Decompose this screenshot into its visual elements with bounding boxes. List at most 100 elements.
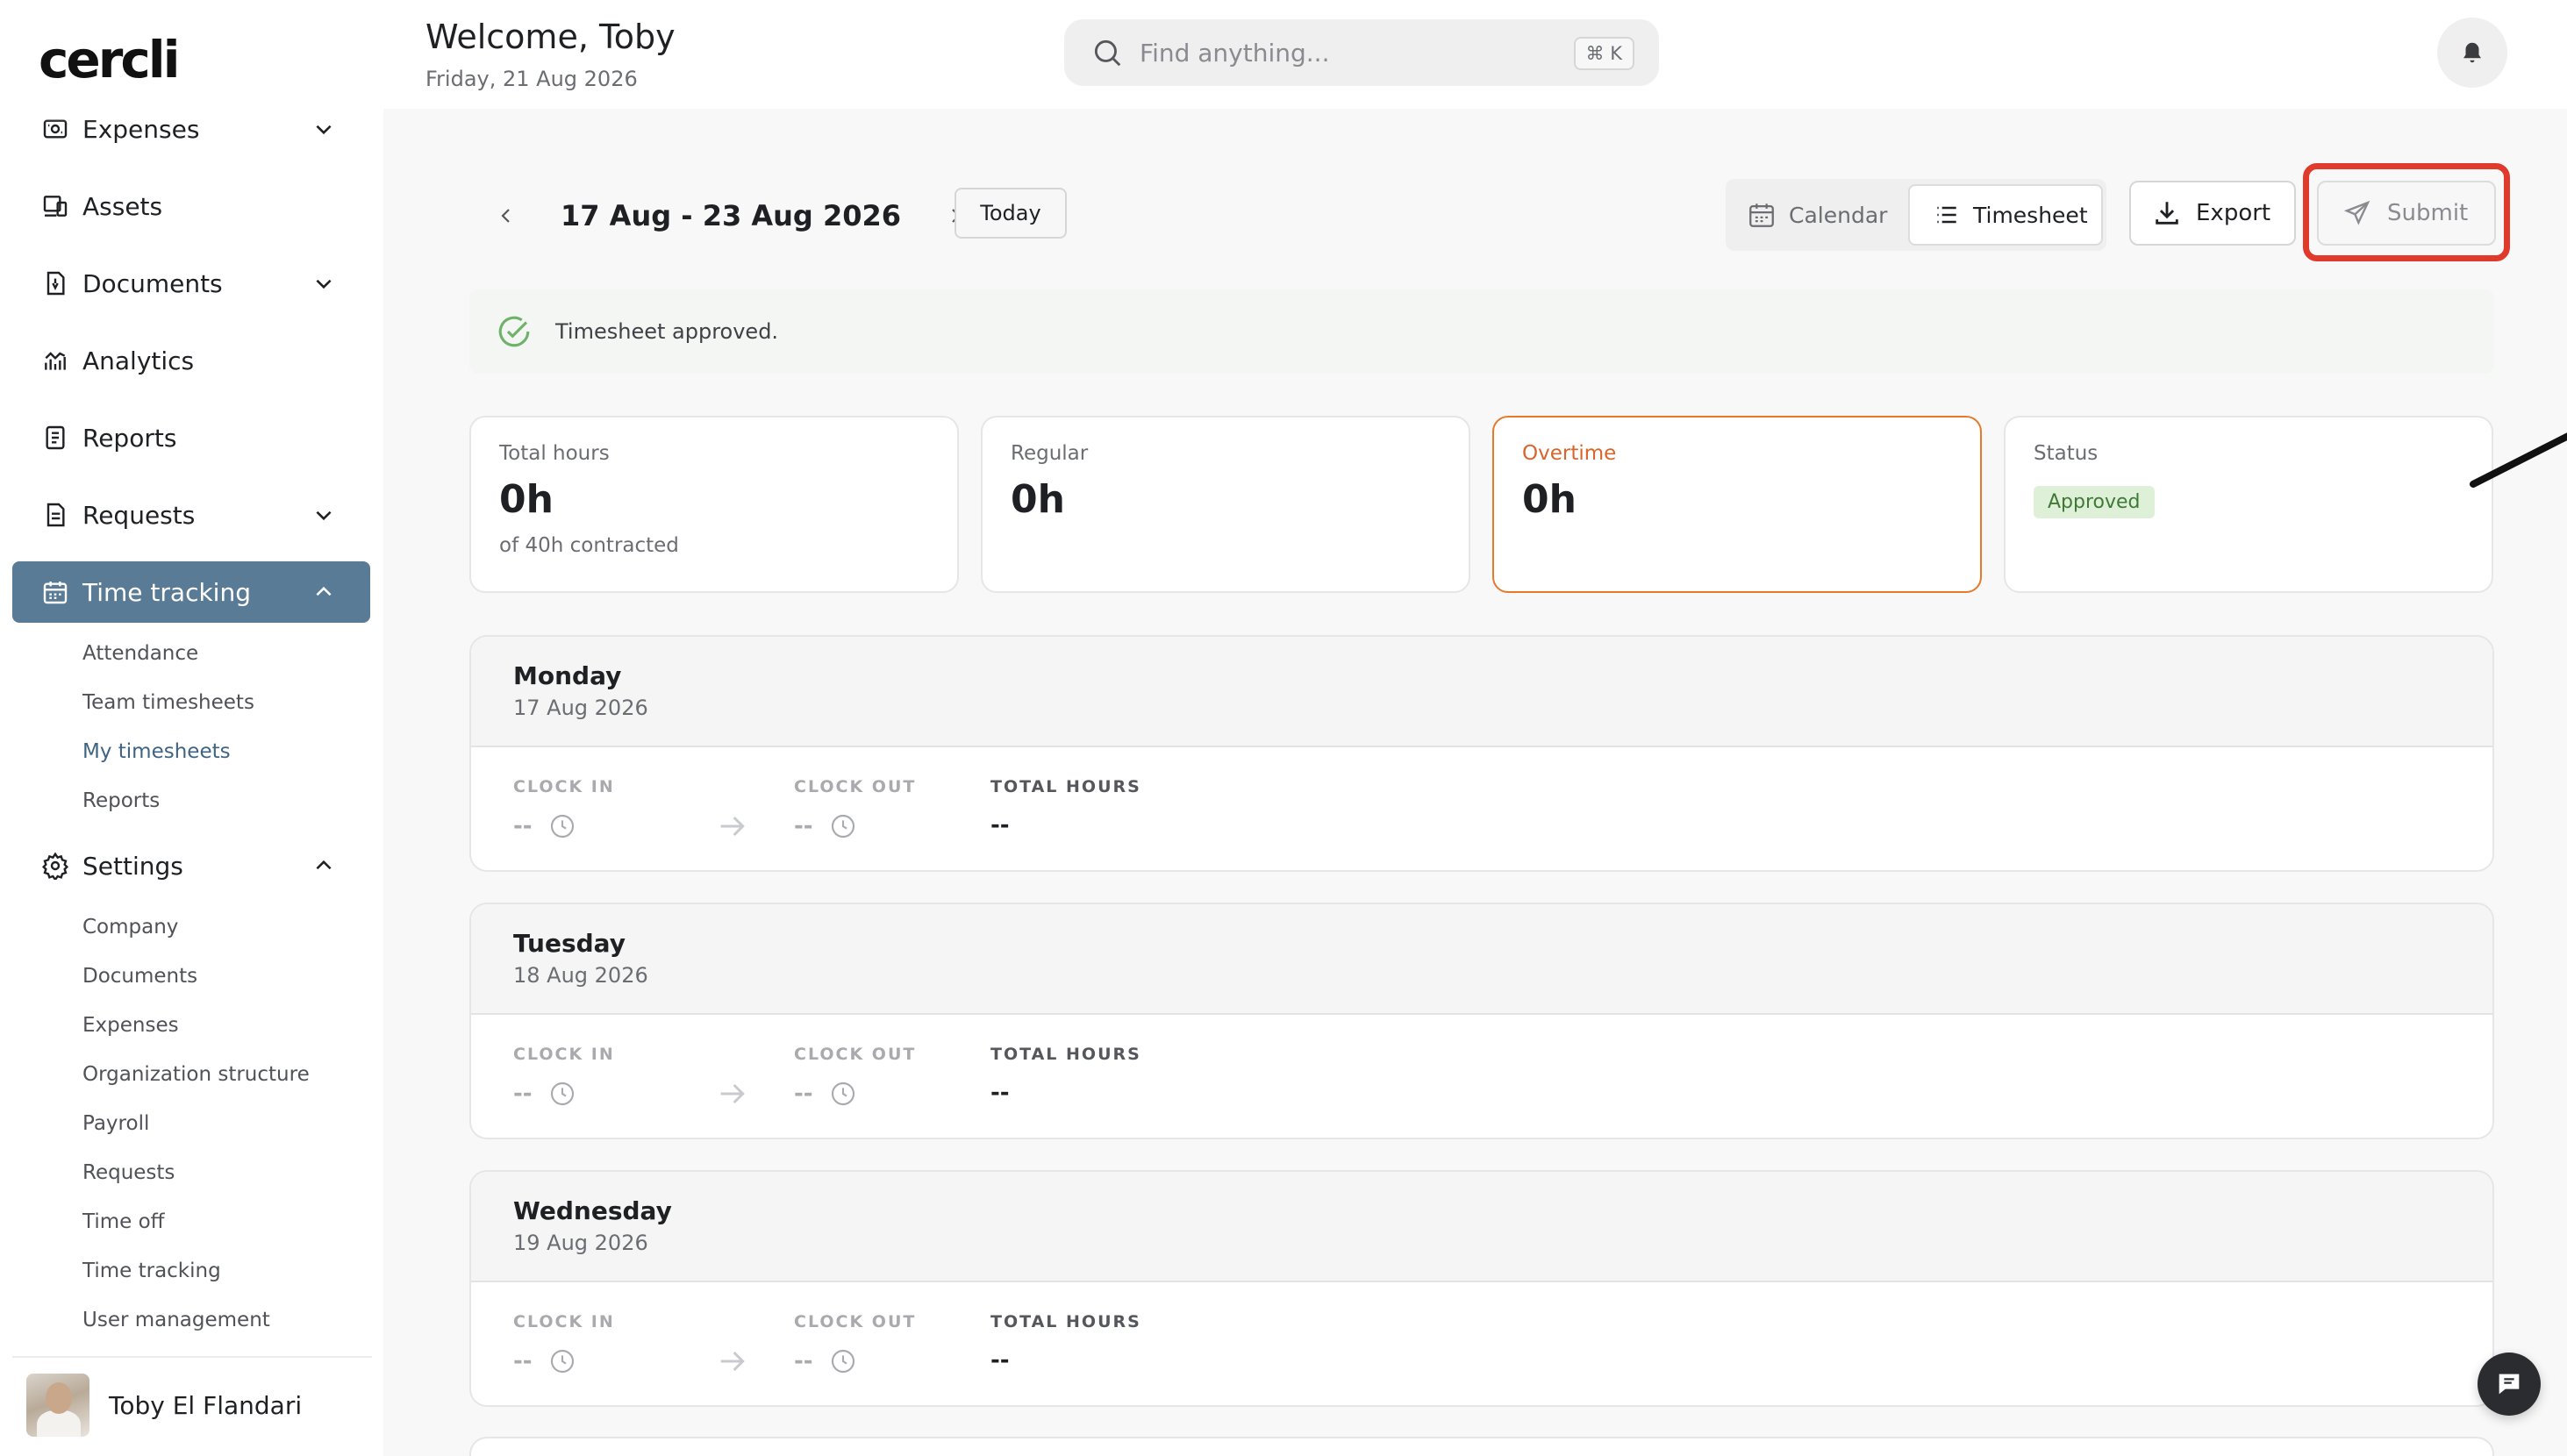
clock-out-value[interactable]: -- xyxy=(794,813,813,839)
total-hours-value: -- xyxy=(990,1080,1010,1106)
chat-button[interactable] xyxy=(2478,1353,2541,1416)
sidebar-sub-team-timesheets[interactable]: Team timesheets xyxy=(82,691,254,714)
clock-out-value[interactable]: -- xyxy=(794,1348,813,1374)
sidebar-item-documents[interactable]: Documents xyxy=(12,253,370,314)
sidebar-sub-time-off[interactable]: Time off xyxy=(82,1210,165,1233)
export-label: Export xyxy=(2196,200,2271,226)
clock-icon xyxy=(829,1080,857,1108)
sidebar-sub-expenses[interactable]: Expenses xyxy=(82,1014,179,1037)
tab-label: Timesheet xyxy=(1973,202,2088,228)
clock-out-column: CLOCK OUT -- xyxy=(794,1312,916,1375)
current-date: Friday, 21 Aug 2026 xyxy=(425,67,638,91)
search-icon xyxy=(1090,36,1124,69)
total-hours-column: TOTAL HOURS -- xyxy=(990,1312,1141,1374)
clock-in-value[interactable]: -- xyxy=(513,813,533,839)
sidebar-item-label: Documents xyxy=(82,268,223,298)
overtime-card: Overtime 0h xyxy=(1492,416,1982,593)
day-card-tuesday: Tuesday 18 Aug 2026 CLOCK IN -- CLOCK OU… xyxy=(469,903,2494,1139)
sidebar-item-reports[interactable]: Reports xyxy=(12,407,370,468)
status-badge: Approved xyxy=(2034,486,2155,518)
prev-week-button[interactable] xyxy=(489,198,524,233)
notifications-button[interactable] xyxy=(2437,18,2507,88)
card-label: Regular xyxy=(1011,442,1089,465)
clock-in-column: CLOCK IN -- xyxy=(513,777,615,840)
sidebar-sub-reports[interactable]: Reports xyxy=(82,789,160,812)
shortcut-hint: ⌘ K xyxy=(1573,37,1634,70)
day-header: Wednesday 19 Aug 2026 xyxy=(471,1172,2492,1282)
chevron-left-icon xyxy=(501,209,510,223)
check-circle-icon xyxy=(496,313,533,350)
card-label: Status xyxy=(2034,442,2099,465)
document-icon xyxy=(40,268,70,298)
sidebar-sub-company[interactable]: Company xyxy=(82,916,178,939)
devices-icon xyxy=(40,191,70,221)
chevron-up-icon[interactable] xyxy=(312,854,335,877)
sidebar-sub-organization-structure[interactable]: Organization structure xyxy=(82,1063,310,1086)
status-card: Status Approved xyxy=(2004,416,2493,593)
avatar[interactable] xyxy=(26,1374,89,1437)
sidebar-sub-attendance[interactable]: Attendance xyxy=(82,642,198,665)
sidebar-sub-payroll[interactable]: Payroll xyxy=(82,1112,149,1135)
user-name: Toby El Flandari xyxy=(109,1390,303,1420)
chevron-down-icon[interactable] xyxy=(312,503,335,526)
cercli-logo[interactable]: cercli xyxy=(39,30,180,89)
approval-banner: Timesheet approved. xyxy=(469,289,2494,374)
export-button[interactable]: Export xyxy=(2129,181,2296,246)
day-date: 19 Aug 2026 xyxy=(513,1231,648,1255)
card-label: Overtime xyxy=(1522,442,1617,465)
chat-icon xyxy=(2494,1369,2524,1399)
tab-calendar[interactable]: Calendar xyxy=(1747,184,1887,246)
sidebar-item-assets[interactable]: Assets xyxy=(12,175,370,237)
sidebar-sub-my-timesheets[interactable]: My timesheets xyxy=(82,740,231,763)
sidebar-item-label: Settings xyxy=(82,851,183,881)
week-navigator: 17 Aug - 23 Aug 2026 xyxy=(489,189,973,242)
sidebar-item-label: Reports xyxy=(82,423,177,453)
sidebar-sub-documents[interactable]: Documents xyxy=(82,965,197,988)
sidebar-sub-time-tracking[interactable]: Time tracking xyxy=(82,1260,221,1282)
day-name: Tuesday xyxy=(513,929,626,958)
column-header: CLOCK IN xyxy=(513,777,615,796)
user-profile[interactable]: Toby El Flandari xyxy=(12,1356,372,1452)
day-header: Monday 17 Aug 2026 xyxy=(471,637,2492,747)
bell-icon xyxy=(2459,39,2485,66)
total-hours-card: Total hours 0h of 40h contracted xyxy=(469,416,959,593)
total-hours-value: -- xyxy=(990,812,1010,839)
week-range: 17 Aug - 23 Aug 2026 xyxy=(561,199,902,232)
sidebar-item-settings[interactable]: Settings xyxy=(12,835,370,896)
requests-icon xyxy=(40,500,70,530)
sidebar-item-requests[interactable]: Requests xyxy=(12,484,370,546)
search-input[interactable]: Find anything... xyxy=(1140,39,1329,68)
day-name: Wednesday xyxy=(513,1196,672,1225)
tab-timesheet[interactable]: Timesheet xyxy=(1908,184,2103,246)
arrow-right-icon xyxy=(715,1076,750,1111)
sidebar-item-label: Time tracking xyxy=(82,577,251,607)
chevron-up-icon[interactable] xyxy=(312,581,335,603)
clock-out-column: CLOCK OUT -- xyxy=(794,777,916,840)
clock-in-value[interactable]: -- xyxy=(513,1348,533,1374)
clock-out-value[interactable]: -- xyxy=(794,1081,813,1107)
gear-icon xyxy=(40,851,70,881)
clock-icon xyxy=(548,812,576,840)
chevron-down-icon[interactable] xyxy=(312,272,335,295)
sidebar-sub-requests[interactable]: Requests xyxy=(82,1161,175,1184)
search-bar[interactable]: Find anything... ⌘ K xyxy=(1064,19,1659,86)
clock-in-value[interactable]: -- xyxy=(513,1081,533,1107)
page-title: Welcome, Toby xyxy=(425,18,676,56)
sidebar-item-analytics[interactable]: Analytics xyxy=(12,330,370,391)
banner-text: Timesheet approved. xyxy=(555,319,779,344)
download-icon xyxy=(2152,198,2182,228)
sidebar-item-label: Requests xyxy=(82,500,196,530)
column-header: CLOCK OUT xyxy=(794,1312,917,1331)
day-card-wednesday: Wednesday 19 Aug 2026 CLOCK IN -- CLOCK … xyxy=(469,1170,2494,1407)
sidebar-item-label: Analytics xyxy=(82,346,195,375)
today-button[interactable]: Today xyxy=(955,188,1067,239)
analytics-icon xyxy=(40,346,70,375)
main-content: 17 Aug - 23 Aug 2026 Today Calendar Time… xyxy=(383,109,2567,1456)
arrow-right-icon xyxy=(715,809,750,844)
chevron-down-icon[interactable] xyxy=(312,118,335,140)
tab-label: Calendar xyxy=(1789,202,1888,228)
sidebar: cercli Expenses Assets Documents Analyti… xyxy=(0,0,383,1456)
sidebar-item-time-tracking[interactable]: Time tracking xyxy=(12,561,370,623)
total-hours-column: TOTAL HOURS -- xyxy=(990,1045,1141,1106)
regular-hours-card: Regular 0h xyxy=(981,416,1470,593)
